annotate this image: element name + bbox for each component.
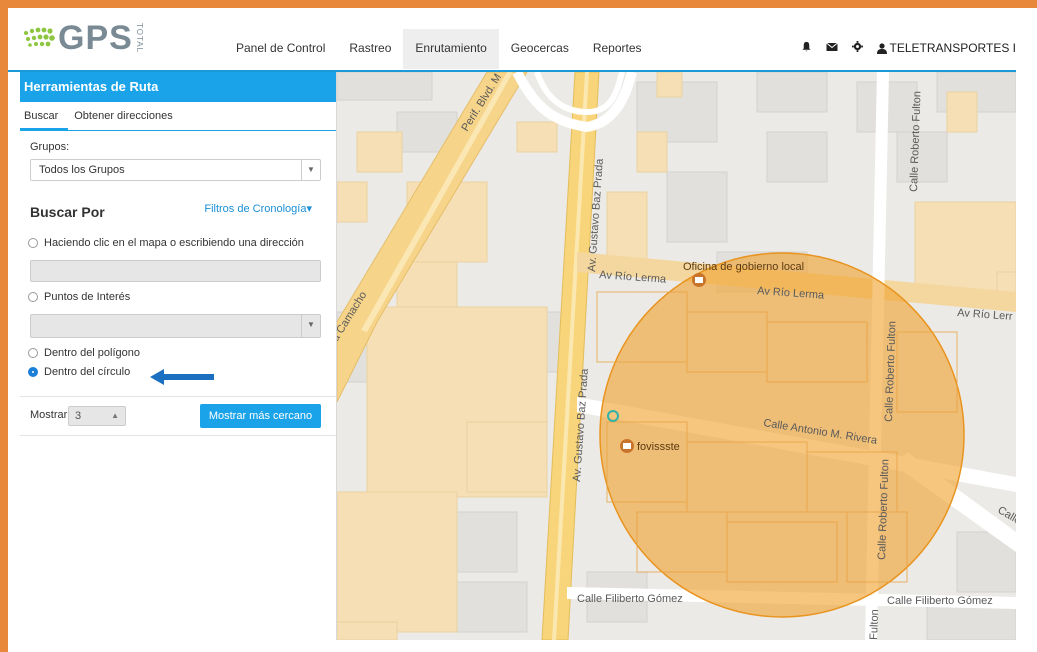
map-label-filiberto-1: Calle Filiberto Gómez [577, 593, 683, 605]
option-poi[interactable]: Puntos de Interés [28, 291, 130, 303]
geofence-circle[interactable] [599, 252, 965, 618]
panel-title: Herramientas de Ruta [20, 72, 336, 102]
top-header: GPS TOTAL Panel de Control Rastreo Enrut… [8, 8, 1016, 70]
frame-top-border [0, 0, 1037, 8]
map-label-oficina: Oficina de gobierno local [683, 261, 804, 273]
user-menu[interactable]: TELETRANSPORTES I [876, 41, 1016, 55]
divider [20, 435, 336, 436]
nav-rastreo[interactable]: Rastreo [337, 29, 403, 69]
filtros-cronologia-link[interactable]: Filtros de Cronología▾ [204, 202, 312, 215]
nav-geocercas[interactable]: Geocercas [499, 29, 581, 69]
map-label-rio-lerma-3: Av Río Lerr [957, 307, 1013, 323]
tab-buscar[interactable]: Buscar [20, 102, 69, 130]
mostrar-mas-cercano-button[interactable]: Mostrar más cercano [200, 404, 321, 428]
radio-polygon[interactable] [28, 348, 38, 358]
tab-obtener-direcciones[interactable]: Obtener direcciones [68, 102, 182, 130]
user-name: TELETRANSPORTES I [889, 41, 1016, 55]
chevron-down-icon: ▼ [301, 315, 320, 337]
map-label-filiberto-2: Calle Filiberto Gómez [887, 595, 993, 607]
main-nav: Panel de Control Rastreo Enrutamiento Ge… [224, 29, 654, 69]
radio-circle[interactable] [28, 367, 38, 377]
logo-dots-icon [24, 27, 55, 47]
user-icon [876, 42, 887, 54]
grupos-select-value: Todos los Grupos [39, 164, 125, 176]
option-circle-label: Dentro del círculo [44, 366, 131, 378]
grupos-label: Grupos: [30, 141, 70, 153]
chevron-down-icon: ▼ [301, 160, 320, 180]
logo-text: GPS [58, 18, 133, 57]
map-label-fulton-small: Fulton [868, 609, 881, 640]
radio-click-map[interactable] [28, 238, 38, 248]
mostrar-value: 3 [75, 410, 82, 422]
grupos-select[interactable]: Todos los Grupos ▼ [30, 159, 321, 181]
logo-subtext: TOTAL [134, 22, 144, 54]
route-tools-panel: Herramientas de Ruta Buscar Obtener dire… [20, 72, 337, 640]
mostrar-label: Mostrar [30, 409, 68, 421]
divider [20, 396, 336, 397]
mostrar-stepper[interactable]: 3 ▲ [68, 406, 126, 426]
logo[interactable]: GPS TOTAL [22, 18, 144, 58]
option-polygon[interactable]: Dentro del polígono [28, 347, 140, 359]
panel-tabs: Buscar Obtener direcciones [20, 102, 336, 131]
option-click-map[interactable]: Haciendo clic en el mapa o escribiendo u… [28, 237, 304, 249]
nav-reportes[interactable]: Reportes [581, 29, 654, 69]
header-actions: TELETRANSPORTES I [801, 41, 1016, 55]
map-canvas[interactable]: Perif. Blvd. M a Camacho Av. Gustavo Baz… [337, 72, 1016, 640]
option-click-map-label: Haciendo clic en el mapa o escribiendo u… [44, 237, 304, 249]
address-input[interactable] [30, 260, 321, 282]
option-polygon-label: Dentro del polígono [44, 347, 141, 359]
buscar-por-title: Buscar Por [30, 204, 105, 220]
stepper-arrows-icon: ▲ [111, 411, 119, 420]
fovissste-poi-icon[interactable] [620, 439, 634, 453]
nav-panel-control[interactable]: Panel de Control [224, 29, 337, 69]
option-circle[interactable]: Dentro del círculo [28, 366, 130, 378]
mail-icon[interactable] [825, 42, 838, 55]
government-office-icon[interactable] [692, 273, 706, 287]
frame-left-border [0, 0, 8, 652]
bell-icon[interactable] [801, 41, 812, 55]
nav-enrutamiento[interactable]: Enrutamiento [403, 29, 499, 69]
gear-icon[interactable] [851, 41, 863, 55]
option-poi-label: Puntos de Interés [44, 291, 131, 303]
radio-poi[interactable] [28, 292, 38, 302]
map-label-fovissste: fovissste [637, 441, 680, 453]
arrow-left-icon [150, 369, 214, 385]
map-view[interactable]: Perif. Blvd. M a Camacho Av. Gustavo Baz… [337, 72, 1016, 640]
poi-select[interactable]: ▼ [30, 314, 321, 338]
